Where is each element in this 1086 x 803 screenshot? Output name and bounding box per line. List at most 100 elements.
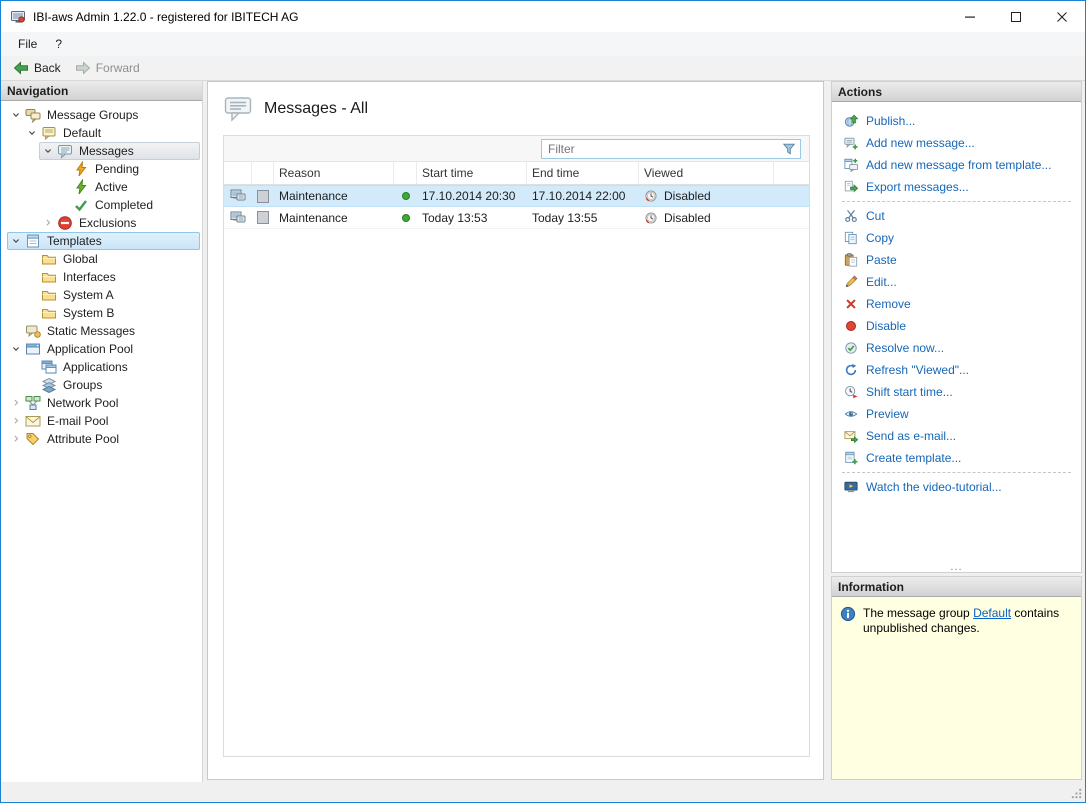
chevron-right-icon[interactable] <box>8 395 24 411</box>
folder-icon <box>41 269 57 285</box>
right-column: Actions Publish... Add new message... Ad… <box>831 81 1082 780</box>
tree-item-active[interactable]: Active <box>1 178 202 196</box>
action-label: Add new message from template... <box>866 158 1052 172</box>
back-button[interactable]: Back <box>6 58 68 78</box>
tree-item-network-pool[interactable]: Network Pool <box>1 394 202 412</box>
chevron-down-icon[interactable] <box>8 107 24 123</box>
tree-item-static-messages[interactable]: Static Messages <box>1 322 202 340</box>
tree-item-message-groups[interactable]: Message Groups <box>1 106 202 124</box>
column-header-end-time[interactable]: End time <box>527 162 639 184</box>
tree-item-attribute-pool[interactable]: Attribute Pool <box>1 430 202 448</box>
close-button[interactable] <box>1039 1 1085 32</box>
tree-item-system-b[interactable]: System B <box>1 304 202 322</box>
action-paste[interactable]: Paste <box>832 249 1081 271</box>
action-export-messages[interactable]: Export messages... <box>832 176 1081 198</box>
filter-funnel-icon[interactable] <box>782 142 796 156</box>
start-time-cell: Today 13:53 <box>422 210 488 225</box>
tree-item-application-pool[interactable]: Application Pool <box>1 340 202 358</box>
edit-icon <box>844 275 858 289</box>
tree-item-messages[interactable]: Messages <box>1 142 202 160</box>
end-time-cell: 17.10.2014 22:00 <box>532 189 626 203</box>
column-header-reason[interactable]: Reason <box>274 162 394 184</box>
send-as-email-icon <box>844 429 858 443</box>
action-label: Paste <box>866 253 897 267</box>
default-group-link[interactable]: Default <box>973 606 1011 620</box>
back-arrow-icon <box>13 60 29 76</box>
chevron-down-icon[interactable] <box>24 125 40 141</box>
end-time-cell: Today 13:55 <box>532 210 598 225</box>
resolve-now-icon <box>844 341 858 355</box>
action-label: Shift start time... <box>866 385 953 399</box>
message-row[interactable]: Maintenance Today 13:53 Today 13:55 Disa… <box>224 207 809 229</box>
action-disable[interactable]: Disable <box>832 315 1081 337</box>
tree-item-applications[interactable]: Applications <box>1 358 202 376</box>
tree-item-templates[interactable]: Templates <box>1 232 202 250</box>
info-icon <box>840 606 856 622</box>
action-copy[interactable]: Copy <box>832 227 1081 249</box>
tree-item-completed[interactable]: Completed <box>1 196 202 214</box>
tree-item-groups[interactable]: Groups <box>1 376 202 394</box>
action-create-template[interactable]: Create template... <box>832 447 1081 469</box>
row-checkbox[interactable] <box>257 211 269 224</box>
statusbar <box>1 782 1085 802</box>
tree-item-exclusions[interactable]: Exclusions <box>1 214 202 232</box>
copy-icon <box>844 231 858 245</box>
action-refresh-viewed[interactable]: Refresh "Viewed"... <box>832 359 1081 381</box>
column-header-viewed[interactable]: Viewed <box>639 162 774 184</box>
action-preview[interactable]: Preview <box>832 403 1081 425</box>
forward-arrow-icon <box>75 60 91 76</box>
tree-item-default[interactable]: Default <box>1 124 202 142</box>
folder-icon <box>41 251 57 267</box>
action-publish[interactable]: Publish... <box>832 110 1081 132</box>
resize-grip[interactable] <box>1070 787 1083 800</box>
action-label: Watch the video-tutorial... <box>866 480 1002 494</box>
action-resolve-now[interactable]: Resolve now... <box>832 337 1081 359</box>
message-row[interactable]: Maintenance 17.10.2014 20:30 17.10.2014 … <box>224 185 809 207</box>
filter-input[interactable] <box>542 141 782 156</box>
action-watch-video-tutorial[interactable]: Watch the video-tutorial... <box>832 476 1081 498</box>
action-cut[interactable]: Cut <box>832 205 1081 227</box>
chevron-right-icon[interactable] <box>40 215 56 231</box>
chevron-right-icon[interactable] <box>8 413 24 429</box>
chevron-right-icon[interactable] <box>8 431 24 447</box>
action-edit[interactable]: Edit... <box>832 271 1081 293</box>
column-header-checkbox[interactable] <box>252 162 274 184</box>
column-header-icon[interactable] <box>224 162 252 184</box>
forward-button[interactable]: Forward <box>68 58 147 78</box>
tree-item-pending[interactable]: Pending <box>1 160 202 178</box>
message-icon <box>230 210 246 226</box>
action-add-new-message[interactable]: Add new message... <box>832 132 1081 154</box>
tree-item-interfaces[interactable]: Interfaces <box>1 268 202 286</box>
tree-item-email-pool[interactable]: E-mail Pool <box>1 412 202 430</box>
maximize-button[interactable] <box>993 1 1039 32</box>
row-checkbox[interactable] <box>257 189 269 203</box>
tree-item-system-a[interactable]: System A <box>1 286 202 304</box>
viewed-label: Disabled <box>664 210 711 225</box>
add-message-from-template-icon <box>844 158 858 172</box>
reason-cell: Maintenance <box>279 189 348 203</box>
column-header-start-time[interactable]: Start time <box>417 162 527 184</box>
minimize-button[interactable] <box>947 1 993 32</box>
actions-overflow-indicator[interactable]: ... <box>832 562 1081 573</box>
action-add-new-message-from-template[interactable]: Add new message from template... <box>832 154 1081 176</box>
add-message-icon <box>844 136 858 150</box>
minimize-icon <box>965 12 975 22</box>
pending-messages-icon <box>73 161 89 177</box>
menu-help[interactable]: ? <box>46 34 71 54</box>
action-remove[interactable]: Remove <box>832 293 1081 315</box>
column-header-status[interactable] <box>394 162 417 184</box>
menu-file[interactable]: File <box>9 34 46 54</box>
chevron-down-icon[interactable] <box>40 143 56 159</box>
action-send-as-email[interactable]: Send as e-mail... <box>832 425 1081 447</box>
message-group-default-icon <box>41 125 57 141</box>
chevron-down-icon[interactable] <box>8 233 24 249</box>
action-shift-start-time[interactable]: Shift start time... <box>832 381 1081 403</box>
info-text-prefix: The message group <box>863 606 974 620</box>
app-icon <box>10 9 26 25</box>
refresh-viewed-icon <box>844 363 858 377</box>
static-messages-icon <box>25 323 41 339</box>
chevron-down-icon[interactable] <box>8 341 24 357</box>
tree-item-global[interactable]: Global <box>1 250 202 268</box>
